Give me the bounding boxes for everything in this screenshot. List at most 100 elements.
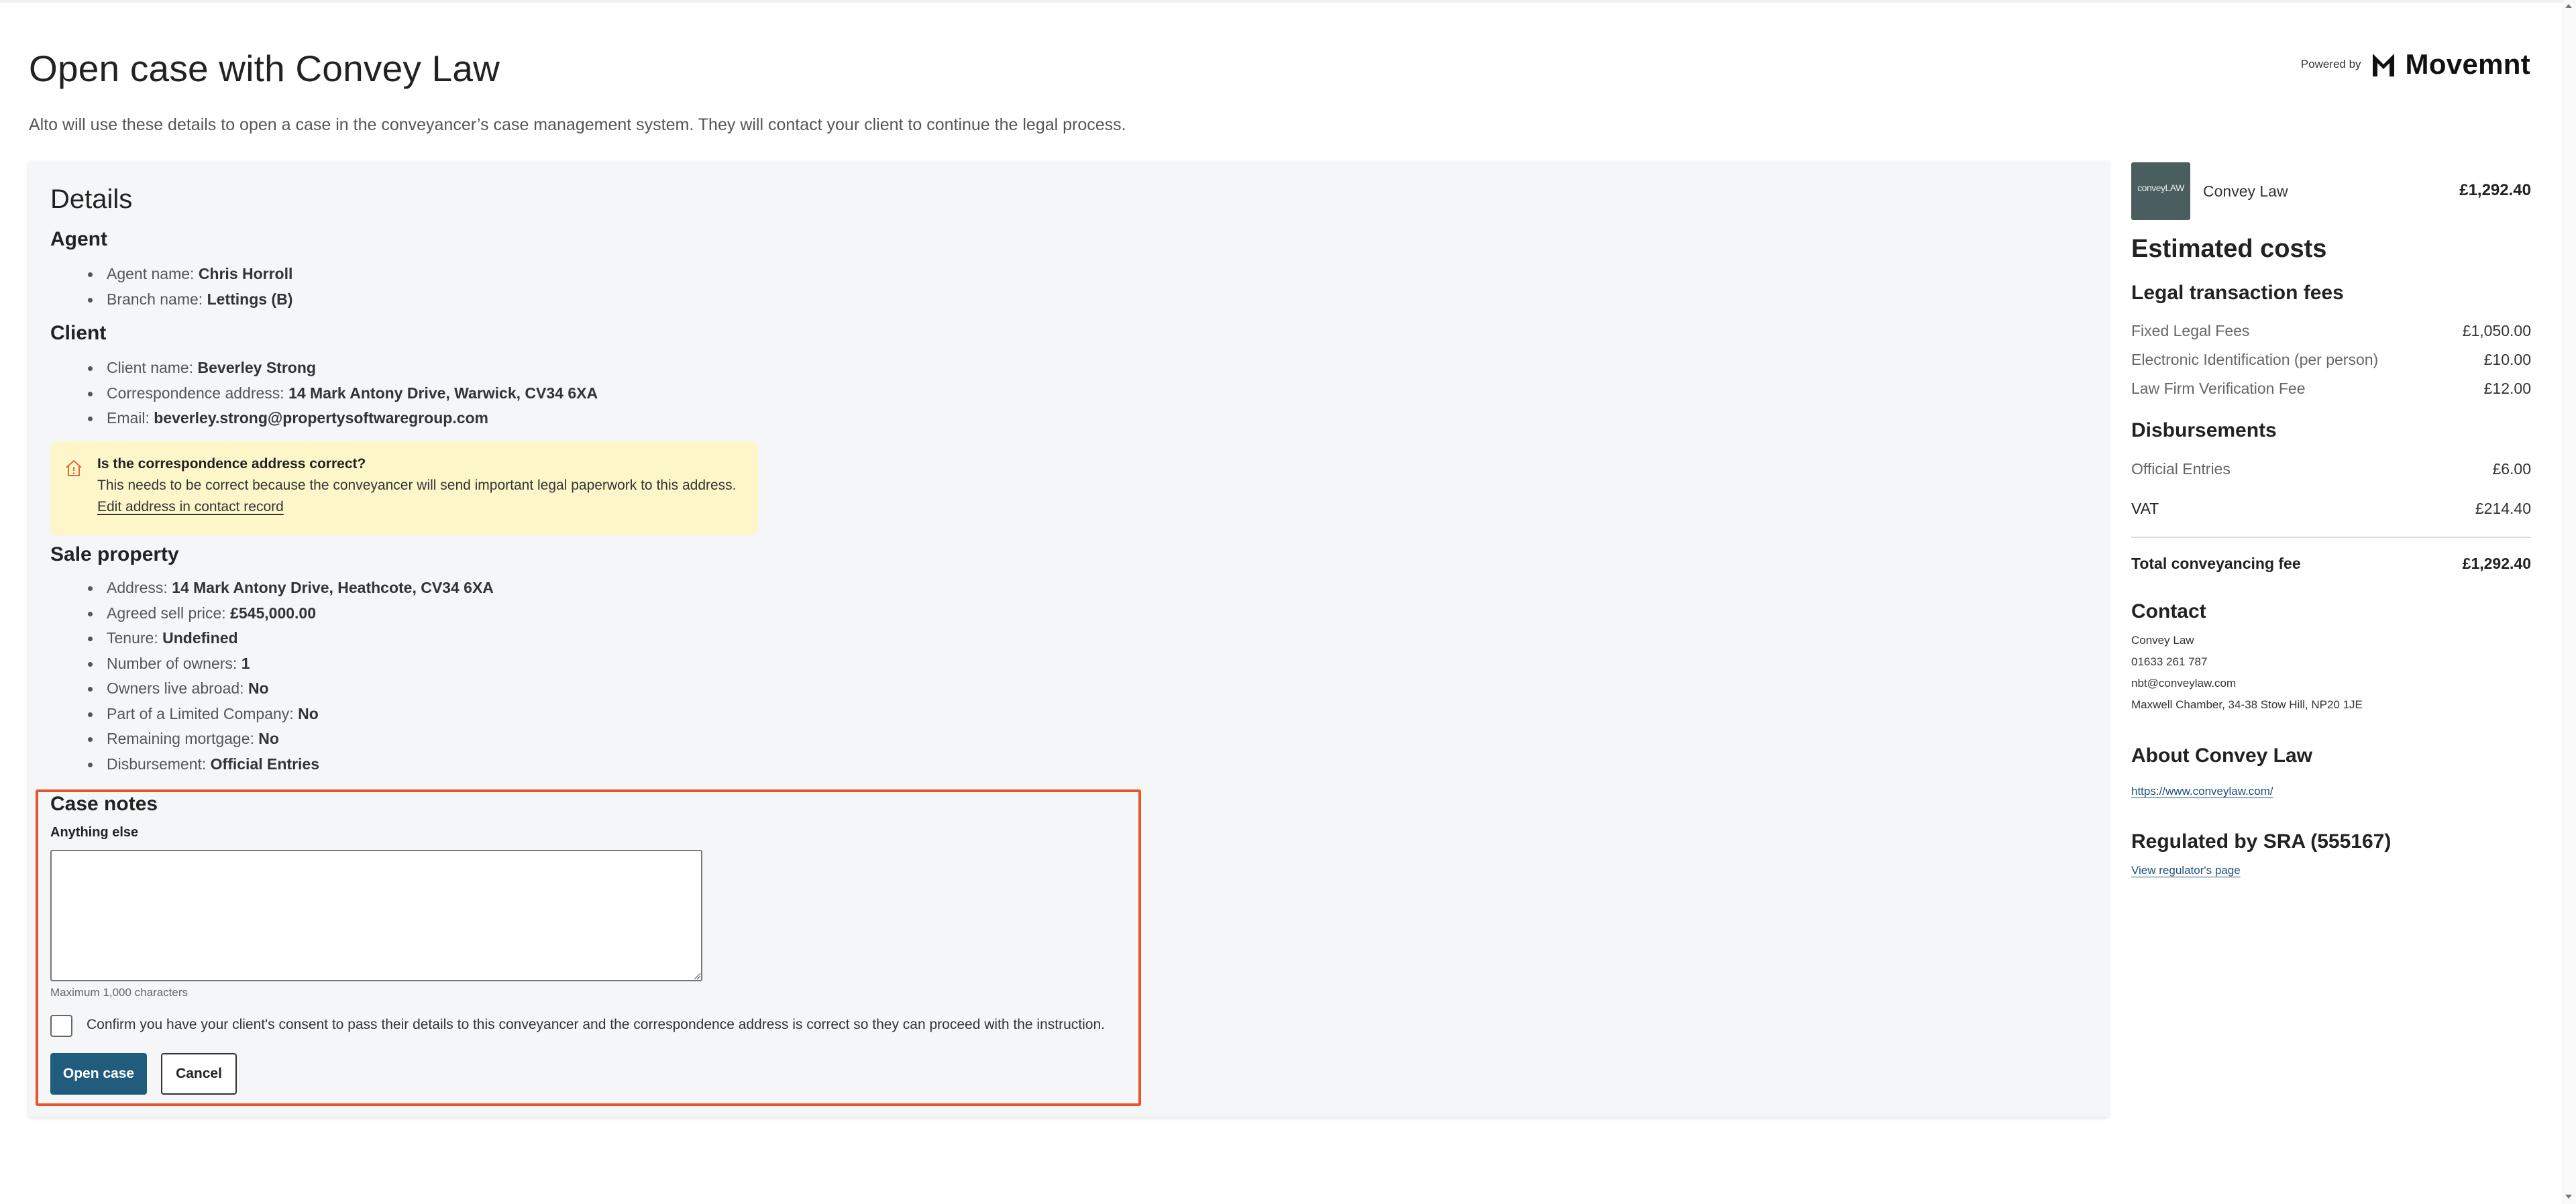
contact-email: nbt@conveylaw.com: [2131, 677, 2237, 690]
legal-fees-heading: Legal transaction fees: [2131, 282, 2344, 304]
details-panel: Details Agent Agent name: Chris Horroll …: [29, 161, 2108, 1117]
fee-label: Law Firm Verification Fee: [2131, 380, 2306, 397]
fee-amount: £10.00: [2483, 351, 2531, 368]
disbursement-value: Official Entries: [210, 755, 319, 773]
warning-title: Is the correspondence address correct?: [97, 456, 366, 472]
total-row: Total conveyancing fee £1,292.40: [2131, 555, 2531, 575]
details-heading: Details: [50, 184, 133, 214]
disbursements-heading: Disbursements: [2131, 419, 2277, 441]
powered-by: Powered by Movemnt: [2301, 48, 2530, 80]
cancel-button[interactable]: Cancel: [161, 1053, 237, 1095]
about-heading: About Convey Law: [2131, 745, 2313, 767]
regulated-heading: Regulated by SRA (555167): [2131, 830, 2392, 853]
agent-name-label: Agent name:: [107, 265, 199, 282]
disbursement-row-label: Official Entries: [2131, 460, 2231, 478]
client-heading: Client: [50, 322, 107, 344]
website-link[interactable]: https://www.conveylaw.com/: [2131, 785, 2273, 798]
scroll-down-arrow-icon[interactable]: [2565, 1195, 2572, 1199]
firm-total: £1,292.40: [2459, 181, 2531, 199]
limited-company-label: Part of a Limited Company:: [107, 704, 299, 722]
fee-label: Electronic Identification (per person): [2131, 351, 2379, 368]
correspondence-address-label: Correspondence address:: [107, 384, 289, 402]
max-characters-hint: Maximum 1,000 characters: [50, 986, 189, 999]
owners-abroad-value: No: [248, 679, 269, 697]
firm-name: Convey Law: [2203, 182, 2288, 200]
limited-company-value: No: [298, 704, 319, 722]
owners-abroad-item: Owners live abroad: No: [50, 676, 494, 702]
agent-name-value: Chris Horroll: [198, 265, 293, 282]
tenure-label: Tenure:: [107, 629, 163, 647]
convey-law-logo-text: conveyLAW: [2137, 182, 2184, 193]
estimated-costs-heading: Estimated costs: [2131, 235, 2327, 263]
owners-count-item: Number of owners: 1: [50, 651, 494, 677]
agent-name-item: Agent name: Chris Horroll: [50, 262, 292, 287]
vertical-scrollbar[interactable]: [2563, 0, 2576, 1204]
case-notes-textarea[interactable]: [50, 850, 702, 981]
movemnt-logo-icon: [2372, 54, 2394, 76]
fee-row: Law Firm Verification Fee £12.00: [2131, 380, 2531, 400]
resize-grip-icon[interactable]: [693, 972, 701, 980]
branch-name-value: Lettings (B): [207, 290, 293, 308]
email-item: Email: beverley.strong@propertysoftwareg…: [50, 406, 598, 431]
sale-property-list: Address: 14 Mark Antony Drive, Heathcote…: [50, 576, 494, 777]
owners-abroad-label: Owners live abroad:: [107, 679, 248, 697]
property-address-label: Address:: [107, 579, 172, 596]
sell-price-value: £545,000.00: [230, 604, 316, 622]
email-value: beverley.strong@propertysoftwaregroup.co…: [154, 409, 489, 427]
agent-heading: Agent: [50, 228, 107, 250]
tenure-value: Undefined: [162, 629, 238, 647]
remaining-mortgage-value: No: [258, 730, 279, 747]
page-intro: Alto will use these details to open a ca…: [29, 115, 1126, 134]
correspondence-address-item: Correspondence address: 14 Mark Antony D…: [50, 381, 598, 406]
client-name-value: Beverley Strong: [197, 359, 316, 376]
consent-label: Confirm you have your client's consent t…: [87, 1017, 1105, 1032]
fee-row: Electronic Identification (per person) £1…: [2131, 351, 2531, 371]
fee-amount: £12.00: [2483, 380, 2531, 397]
total-divider: [2131, 537, 2531, 538]
branch-name-label: Branch name:: [107, 290, 207, 308]
top-border: [0, 0, 2563, 3]
email-label: Email:: [107, 409, 154, 427]
fee-row: Fixed Legal Fees £1,050.00: [2131, 322, 2531, 342]
sell-price-label: Agreed sell price:: [107, 604, 231, 622]
sell-price-item: Agreed sell price: £545,000.00: [50, 601, 494, 626]
disbursement-row-amount: £6.00: [2492, 460, 2531, 478]
disbursement-row: Official Entries £6.00: [2131, 460, 2531, 480]
contact-phone: 01633 261 787: [2131, 655, 2208, 668]
contact-heading: Contact: [2131, 600, 2206, 622]
regulator-link[interactable]: View regulator's page: [2131, 864, 2241, 877]
disbursement-label: Disbursement:: [107, 755, 211, 773]
fee-amount: £1,050.00: [2462, 322, 2531, 339]
open-case-button[interactable]: Open case: [50, 1053, 147, 1095]
agent-list: Agent name: Chris Horroll Branch name: L…: [50, 262, 292, 312]
consent-checkbox[interactable]: [50, 1015, 72, 1037]
vat-amount: £214.40: [2475, 500, 2531, 517]
movemnt-brand: Movemnt: [2405, 48, 2530, 80]
property-address-item: Address: 14 Mark Antony Drive, Heathcote…: [50, 576, 494, 601]
remaining-mortgage-label: Remaining mortgage:: [107, 730, 259, 747]
anything-else-label: Anything else: [50, 825, 139, 840]
contact-firm: Convey Law: [2131, 634, 2194, 647]
client-name-item: Client name: Beverley Strong: [50, 355, 598, 381]
address-warning: Is the correspondence address correct? T…: [50, 441, 758, 535]
case-notes-heading: Case notes: [50, 793, 158, 815]
sale-property-heading: Sale property: [50, 543, 179, 565]
client-list: Client name: Beverley Strong Corresponde…: [50, 355, 598, 431]
property-address-value: 14 Mark Antony Drive, Heathcote, CV34 6X…: [172, 579, 494, 596]
total-amount: £1,292.40: [2462, 555, 2531, 572]
owners-count-value: 1: [241, 654, 250, 672]
vat-row: VAT £214.40: [2131, 500, 2531, 520]
warning-text: This needs to be correct because the con…: [97, 478, 737, 493]
correspondence-address-value: 14 Mark Antony Drive, Warwick, CV34 6XA: [288, 384, 598, 402]
scroll-up-arrow-icon[interactable]: [2565, 4, 2572, 8]
powered-by-label: Powered by: [2300, 58, 2361, 70]
tenure-item: Tenure: Undefined: [50, 626, 494, 651]
edit-address-link[interactable]: Edit address in contact record: [97, 499, 284, 515]
total-label: Total conveyancing fee: [2131, 555, 2301, 572]
disbursement-item: Disbursement: Official Entries: [50, 752, 494, 777]
client-name-label: Client name:: [107, 359, 198, 376]
page-title: Open case with Convey Law: [29, 48, 500, 89]
limited-company-item: Part of a Limited Company: No: [50, 702, 494, 727]
convey-law-logo: conveyLAW: [2131, 162, 2190, 220]
owners-count-label: Number of owners:: [107, 654, 241, 672]
